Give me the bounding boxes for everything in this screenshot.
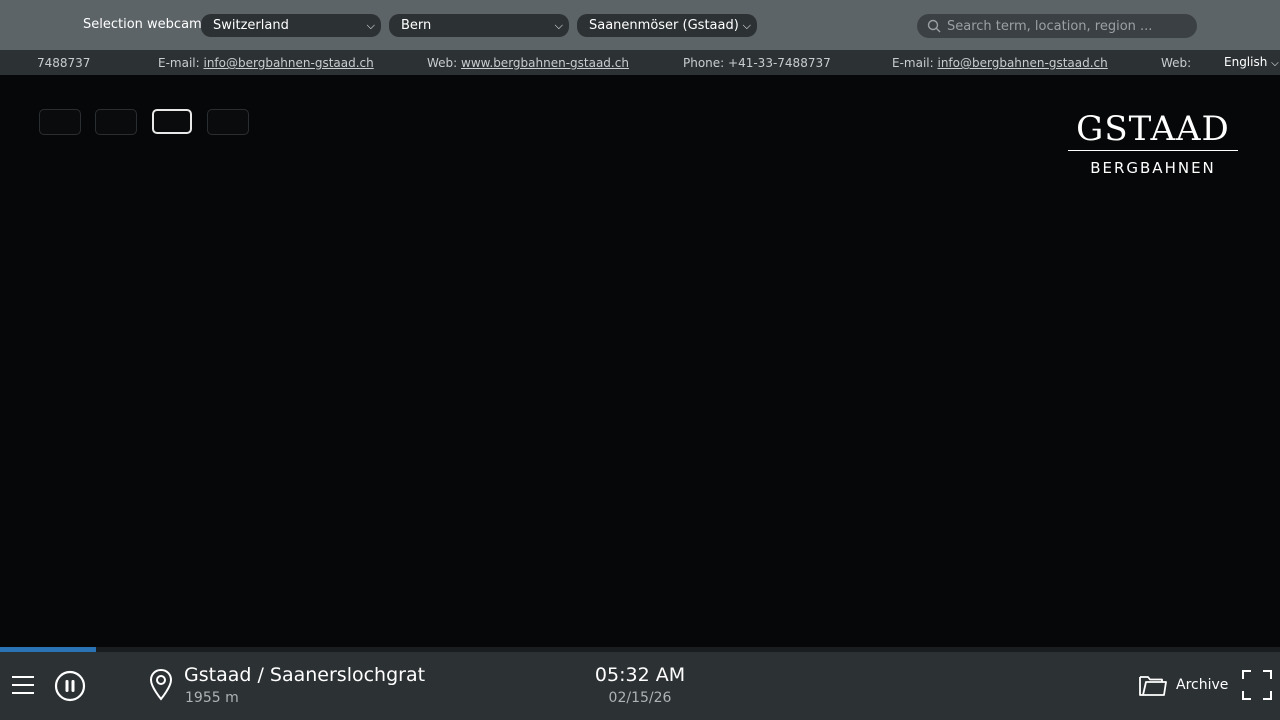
ticker-item: E-mail: info@bergbahnen-gstaad.ch bbox=[892, 56, 1108, 70]
language-value: English bbox=[1224, 55, 1268, 69]
top-bar: Selection webcam: Switzerland ⌵ Bern ⌵ S… bbox=[0, 0, 1280, 50]
view-thumb-3[interactable] bbox=[152, 109, 192, 134]
capture-date: 02/15/26 bbox=[608, 690, 672, 706]
search-icon bbox=[927, 19, 941, 33]
region-select-value: Bern bbox=[401, 18, 432, 33]
location-name: Gstaad / Saanerslochgrat bbox=[184, 664, 426, 686]
chevron-down-icon: ⌵ bbox=[366, 19, 375, 32]
info-ticker: 7488737 E-mail: info@bergbahnen-gstaad.c… bbox=[0, 50, 1280, 75]
email-link[interactable]: info@bergbahnen-gstaad.ch bbox=[203, 56, 373, 70]
view-thumb-4[interactable] bbox=[207, 109, 249, 135]
chevron-down-icon: ⌵ bbox=[1271, 58, 1279, 69]
pause-icon[interactable] bbox=[54, 670, 86, 702]
email-link[interactable]: info@bergbahnen-gstaad.ch bbox=[937, 56, 1107, 70]
logo-main-text: GSTAAD bbox=[1068, 110, 1238, 151]
archive-button[interactable]: Archive bbox=[1138, 670, 1230, 702]
location-select[interactable]: Saanenmöser (Gstaad) ⌵ bbox=[577, 14, 757, 37]
country-select-value: Switzerland bbox=[213, 18, 289, 33]
ticker-item: Web: www.bergbahnen-gstaad.ch bbox=[427, 56, 629, 70]
menu-icon[interactable] bbox=[12, 674, 36, 696]
ticker-item: Phone: +41-33-7488737 bbox=[683, 56, 831, 70]
location-altitude: 1955 m bbox=[185, 690, 239, 706]
region-select[interactable]: Bern ⌵ bbox=[389, 14, 569, 37]
capture-time: 05:32 AM bbox=[594, 664, 686, 686]
chevron-down-icon: ⌵ bbox=[554, 19, 563, 32]
search-box[interactable] bbox=[917, 14, 1197, 38]
ticker-item: E-mail: info@bergbahnen-gstaad.ch bbox=[158, 56, 374, 70]
bottom-bar: Gstaad / Saanerslochgrat 1955 m 05:32 AM… bbox=[0, 652, 1280, 720]
logo-sub-text: BERGBAHNEN bbox=[1090, 159, 1216, 177]
view-thumb-1[interactable] bbox=[39, 109, 81, 135]
location-select-value: Saanenmöser (Gstaad) bbox=[589, 18, 739, 33]
chevron-down-icon: ⌵ bbox=[742, 19, 751, 32]
ticker-item: 7488737 bbox=[37, 56, 91, 70]
gstaad-logo: GSTAAD BERGBAHNEN bbox=[1068, 110, 1238, 177]
search-input[interactable] bbox=[947, 14, 1187, 38]
folder-icon bbox=[1139, 676, 1167, 696]
language-select[interactable]: English ⌵ bbox=[1218, 50, 1280, 75]
web-link[interactable]: www.bergbahnen-gstaad.ch bbox=[461, 56, 629, 70]
archive-label: Archive bbox=[1176, 677, 1229, 693]
ticker-item: Web: bbox=[1161, 56, 1192, 70]
view-thumb-2[interactable] bbox=[95, 109, 137, 135]
location-pin-icon bbox=[149, 668, 173, 701]
fullscreen-icon[interactable] bbox=[1241, 669, 1273, 701]
country-select[interactable]: Switzerland ⌵ bbox=[201, 14, 381, 37]
selection-label: Selection webcam: bbox=[83, 17, 207, 32]
